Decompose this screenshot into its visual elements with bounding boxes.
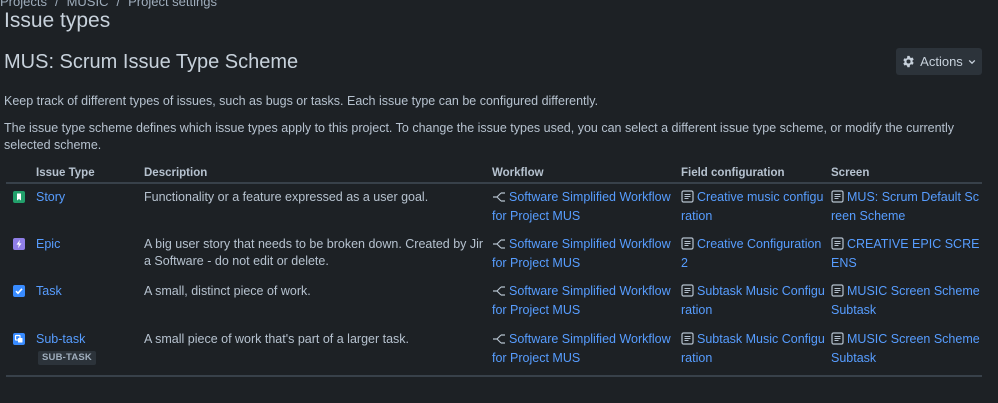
workflow-link[interactable]: Software Simplified Workflow for Project…: [492, 332, 671, 365]
breadcrumb-project-settings[interactable]: Project settings: [128, 0, 217, 9]
column-description: Description: [144, 163, 492, 184]
breadcrumb-music[interactable]: MUSIC: [67, 0, 109, 9]
field-configuration-link[interactable]: Subtask Music Configuration: [681, 284, 825, 317]
column-screen: Screen: [831, 163, 982, 184]
breadcrumb: Projects / MUSIC / Project settings: [0, 0, 217, 9]
column-workflow: Workflow: [492, 163, 681, 184]
scheme-title: MUS: Scrum Issue Type Scheme: [4, 51, 299, 73]
table-row: Story Functionality or a feature express…: [6, 183, 982, 231]
story-icon: [13, 191, 25, 203]
workflow-icon: [492, 191, 506, 208]
actions-label: Actions: [920, 54, 963, 69]
breadcrumb-projects[interactable]: Projects: [0, 0, 47, 9]
actions-button[interactable]: Actions: [896, 48, 982, 75]
column-field-configuration: Field configuration: [681, 163, 831, 184]
workflow-link[interactable]: Software Simplified Workflow for Project…: [492, 190, 671, 223]
screen-icon: [831, 236, 844, 255]
field-configuration-link[interactable]: Creative music configuration: [681, 190, 823, 223]
issue-type-description: Functionality or a feature expressed as …: [144, 190, 429, 204]
issue-type-link-task[interactable]: Task: [36, 284, 62, 298]
issue-type-link-subtask[interactable]: Sub-task: [36, 332, 85, 346]
subtask-icon: [13, 332, 25, 345]
field-configuration-link[interactable]: Creative Configuration 2: [681, 237, 821, 270]
field-configuration-icon: [681, 284, 694, 302]
issue-type-description: A small, distinct piece of work.: [144, 284, 311, 298]
table-row: Sub-task SUB-TASK A small piece of work …: [6, 325, 982, 377]
column-issue-type: Issue Type: [36, 163, 144, 184]
screen-link[interactable]: CREATIVE EPIC SCREENS: [831, 237, 979, 270]
screen-link[interactable]: MUS: Scrum Default Screen Scheme: [831, 190, 979, 223]
issue-type-link-epic[interactable]: Epic: [36, 237, 60, 251]
page-title: Issue types: [4, 9, 111, 32]
issue-type-description: A small piece of work that's part of a l…: [144, 325, 492, 377]
gear-icon: [902, 55, 915, 68]
workflow-icon: [492, 238, 506, 255]
field-configuration-icon: [681, 190, 694, 208]
issue-types-table: Issue Type Description Workflow Field co…: [6, 163, 982, 377]
field-configuration-link[interactable]: Subtask Music Configuration: [681, 332, 825, 365]
table-row: Epic A big user story that needs to be b…: [6, 231, 982, 279]
epic-icon: [13, 237, 25, 250]
intro-text: Keep track of different types of issues,…: [4, 94, 599, 108]
screen-icon: [831, 284, 844, 302]
issue-type-description: A big user story that needs to be broken…: [144, 236, 484, 268]
chevron-down-icon: [968, 58, 976, 66]
field-configuration-icon: [681, 331, 694, 350]
workflow-icon: [492, 333, 506, 350]
table-row: Task A small, distinct piece of work. So…: [6, 278, 982, 326]
workflow-link[interactable]: Software Simplified Workflow for Project…: [492, 237, 671, 270]
table-header-row: Issue Type Description Workflow Field co…: [6, 163, 982, 184]
screen-icon: [831, 331, 844, 350]
task-icon: [13, 285, 25, 297]
screen-link[interactable]: MUSIC Screen Scheme Subtask: [831, 284, 980, 317]
screen-icon: [831, 190, 844, 208]
workflow-link[interactable]: Software Simplified Workflow for Project…: [492, 284, 671, 317]
subtask-lozenge: SUB-TASK: [38, 350, 96, 365]
workflow-icon: [492, 285, 506, 302]
screen-link[interactable]: MUSIC Screen Scheme Subtask: [831, 332, 980, 365]
scheme-description: The issue type scheme defines which issu…: [4, 121, 955, 152]
field-configuration-icon: [681, 236, 694, 255]
issue-type-link-story[interactable]: Story: [36, 190, 65, 204]
